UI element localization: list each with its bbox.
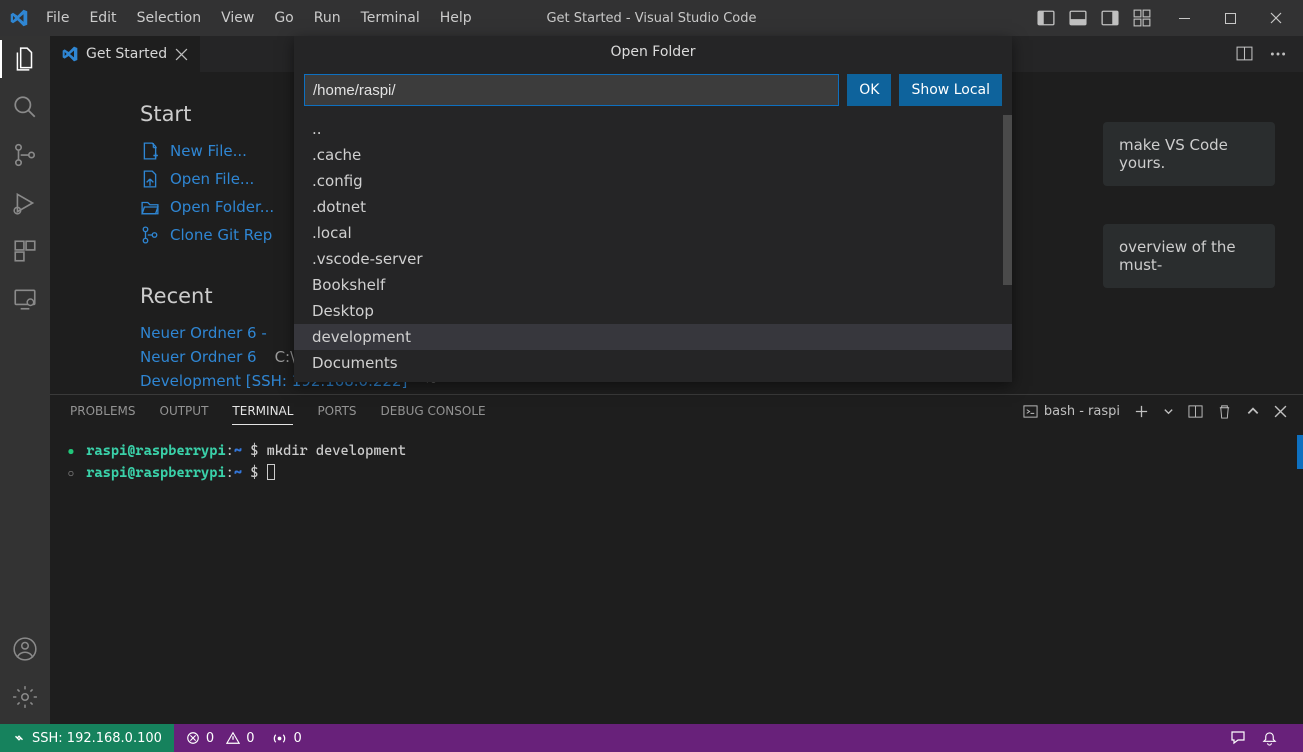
accounts-icon[interactable] xyxy=(12,636,38,662)
bottom-panel: PROBLEMS OUTPUT TERMINAL PORTS DEBUG CON… xyxy=(50,394,1303,724)
list-item[interactable]: Documents xyxy=(294,350,1012,376)
status-remote-indicator[interactable]: SSH: 192.168.0.100 xyxy=(0,724,174,752)
ok-button[interactable]: OK xyxy=(847,74,891,106)
more-actions-icon[interactable] xyxy=(1269,45,1287,63)
run-debug-icon[interactable] xyxy=(12,190,38,216)
remote-explorer-icon[interactable] xyxy=(12,286,38,312)
source-control-icon[interactable] xyxy=(12,142,38,168)
feedback-icon[interactable] xyxy=(1230,730,1246,746)
folder-list: .. .cache .config .dotnet .local .vscode… xyxy=(294,112,1012,382)
layout-sidebar-right-icon[interactable] xyxy=(1099,7,1121,29)
menu-view[interactable]: View xyxy=(211,0,264,36)
terminal-icon xyxy=(1023,404,1038,419)
status-ports[interactable]: 0 xyxy=(272,731,301,746)
settings-gear-icon[interactable] xyxy=(12,684,38,710)
new-terminal-icon[interactable] xyxy=(1134,404,1149,419)
split-terminal-icon[interactable] xyxy=(1188,404,1203,419)
bell-icon[interactable] xyxy=(1262,731,1277,746)
tab-label: Get Started xyxy=(86,46,167,62)
explorer-icon[interactable] xyxy=(12,46,38,72)
dialog-scrollbar[interactable] xyxy=(1003,115,1012,285)
menu-bar: File Edit Selection View Go Run Terminal… xyxy=(36,0,482,36)
kill-terminal-icon[interactable] xyxy=(1217,404,1232,419)
dialog-title: Open Folder xyxy=(294,36,1012,68)
window-close-button[interactable] xyxy=(1253,0,1299,36)
panel-tab-terminal[interactable]: TERMINAL xyxy=(232,398,293,425)
show-local-button[interactable]: Show Local xyxy=(899,74,1002,106)
menu-help[interactable]: Help xyxy=(430,0,482,36)
walkthrough-card[interactable]: overview of the must- xyxy=(1103,224,1275,288)
walkthrough-card[interactable]: make VS Code yours. xyxy=(1103,122,1275,186)
panel-tab-debug-console[interactable]: DEBUG CONSOLE xyxy=(381,398,486,424)
list-item[interactable]: Bookshelf xyxy=(294,272,1012,298)
list-item[interactable]: Desktop xyxy=(294,298,1012,324)
menu-run[interactable]: Run xyxy=(304,0,351,36)
panel-tabs: PROBLEMS OUTPUT TERMINAL PORTS DEBUG CON… xyxy=(50,395,1303,427)
menu-edit[interactable]: Edit xyxy=(79,0,126,36)
open-folder-dialog: Open Folder OK Show Local .. .cache .con… xyxy=(294,36,1012,382)
list-item[interactable]: .. xyxy=(294,116,1012,142)
list-item[interactable]: .cache xyxy=(294,142,1012,168)
extensions-icon[interactable] xyxy=(12,238,38,264)
panel-tab-output[interactable]: OUTPUT xyxy=(160,398,209,424)
menu-file[interactable]: File xyxy=(36,0,79,36)
list-item[interactable]: .local xyxy=(294,220,1012,246)
list-item[interactable]: .config xyxy=(294,168,1012,194)
status-bar: SSH: 192.168.0.100 0 0 0 xyxy=(0,724,1303,752)
maximize-panel-icon[interactable] xyxy=(1246,404,1260,418)
layout-sidebar-left-icon[interactable] xyxy=(1035,7,1057,29)
window-minimize-button[interactable] xyxy=(1161,0,1207,36)
window-title: Get Started - Visual Studio Code xyxy=(546,11,756,26)
panel-tab-problems[interactable]: PROBLEMS xyxy=(70,398,136,424)
vscode-logo-icon xyxy=(10,9,28,27)
terminal-output[interactable]: ● raspi@raspberrypi:~ $ mkdir developmen… xyxy=(50,427,1303,724)
vscode-icon xyxy=(62,46,78,62)
remote-icon xyxy=(12,731,26,745)
close-icon[interactable] xyxy=(175,48,188,61)
folder-path-input[interactable] xyxy=(304,74,839,106)
new-file-icon xyxy=(140,142,160,160)
terminal-cursor xyxy=(267,464,275,480)
menu-terminal[interactable]: Terminal xyxy=(351,0,430,36)
walkthrough-sidebar: make VS Code yours. overview of the must… xyxy=(1103,122,1303,288)
close-panel-icon[interactable] xyxy=(1274,405,1287,418)
customize-layout-icon[interactable] xyxy=(1131,7,1153,29)
broadcast-icon xyxy=(272,731,287,746)
list-item[interactable]: .dotnet xyxy=(294,194,1012,220)
list-item[interactable]: development xyxy=(294,324,1012,350)
terminal-scroll-indicator xyxy=(1297,435,1303,469)
window-maximize-button[interactable] xyxy=(1207,0,1253,36)
error-icon xyxy=(186,731,200,745)
panel-tab-ports[interactable]: PORTS xyxy=(317,398,356,424)
menu-go[interactable]: Go xyxy=(264,0,303,36)
open-folder-icon xyxy=(140,198,160,216)
search-icon[interactable] xyxy=(12,94,38,120)
terminal-name[interactable]: bash - raspi xyxy=(1023,398,1120,425)
menu-selection[interactable]: Selection xyxy=(127,0,212,36)
list-item[interactable]: .vscode-server xyxy=(294,246,1012,272)
git-clone-icon xyxy=(140,226,160,244)
split-editor-icon[interactable] xyxy=(1236,45,1253,63)
layout-panel-icon[interactable] xyxy=(1067,7,1089,29)
layout-controls xyxy=(1035,7,1153,29)
warning-icon xyxy=(226,731,240,745)
activity-bar xyxy=(0,36,50,724)
title-bar: File Edit Selection View Go Run Terminal… xyxy=(0,0,1303,36)
status-problems[interactable]: 0 0 xyxy=(186,731,255,746)
terminal-dropdown-icon[interactable] xyxy=(1163,406,1174,417)
open-file-icon xyxy=(140,170,160,188)
tab-get-started[interactable]: Get Started xyxy=(50,36,200,72)
